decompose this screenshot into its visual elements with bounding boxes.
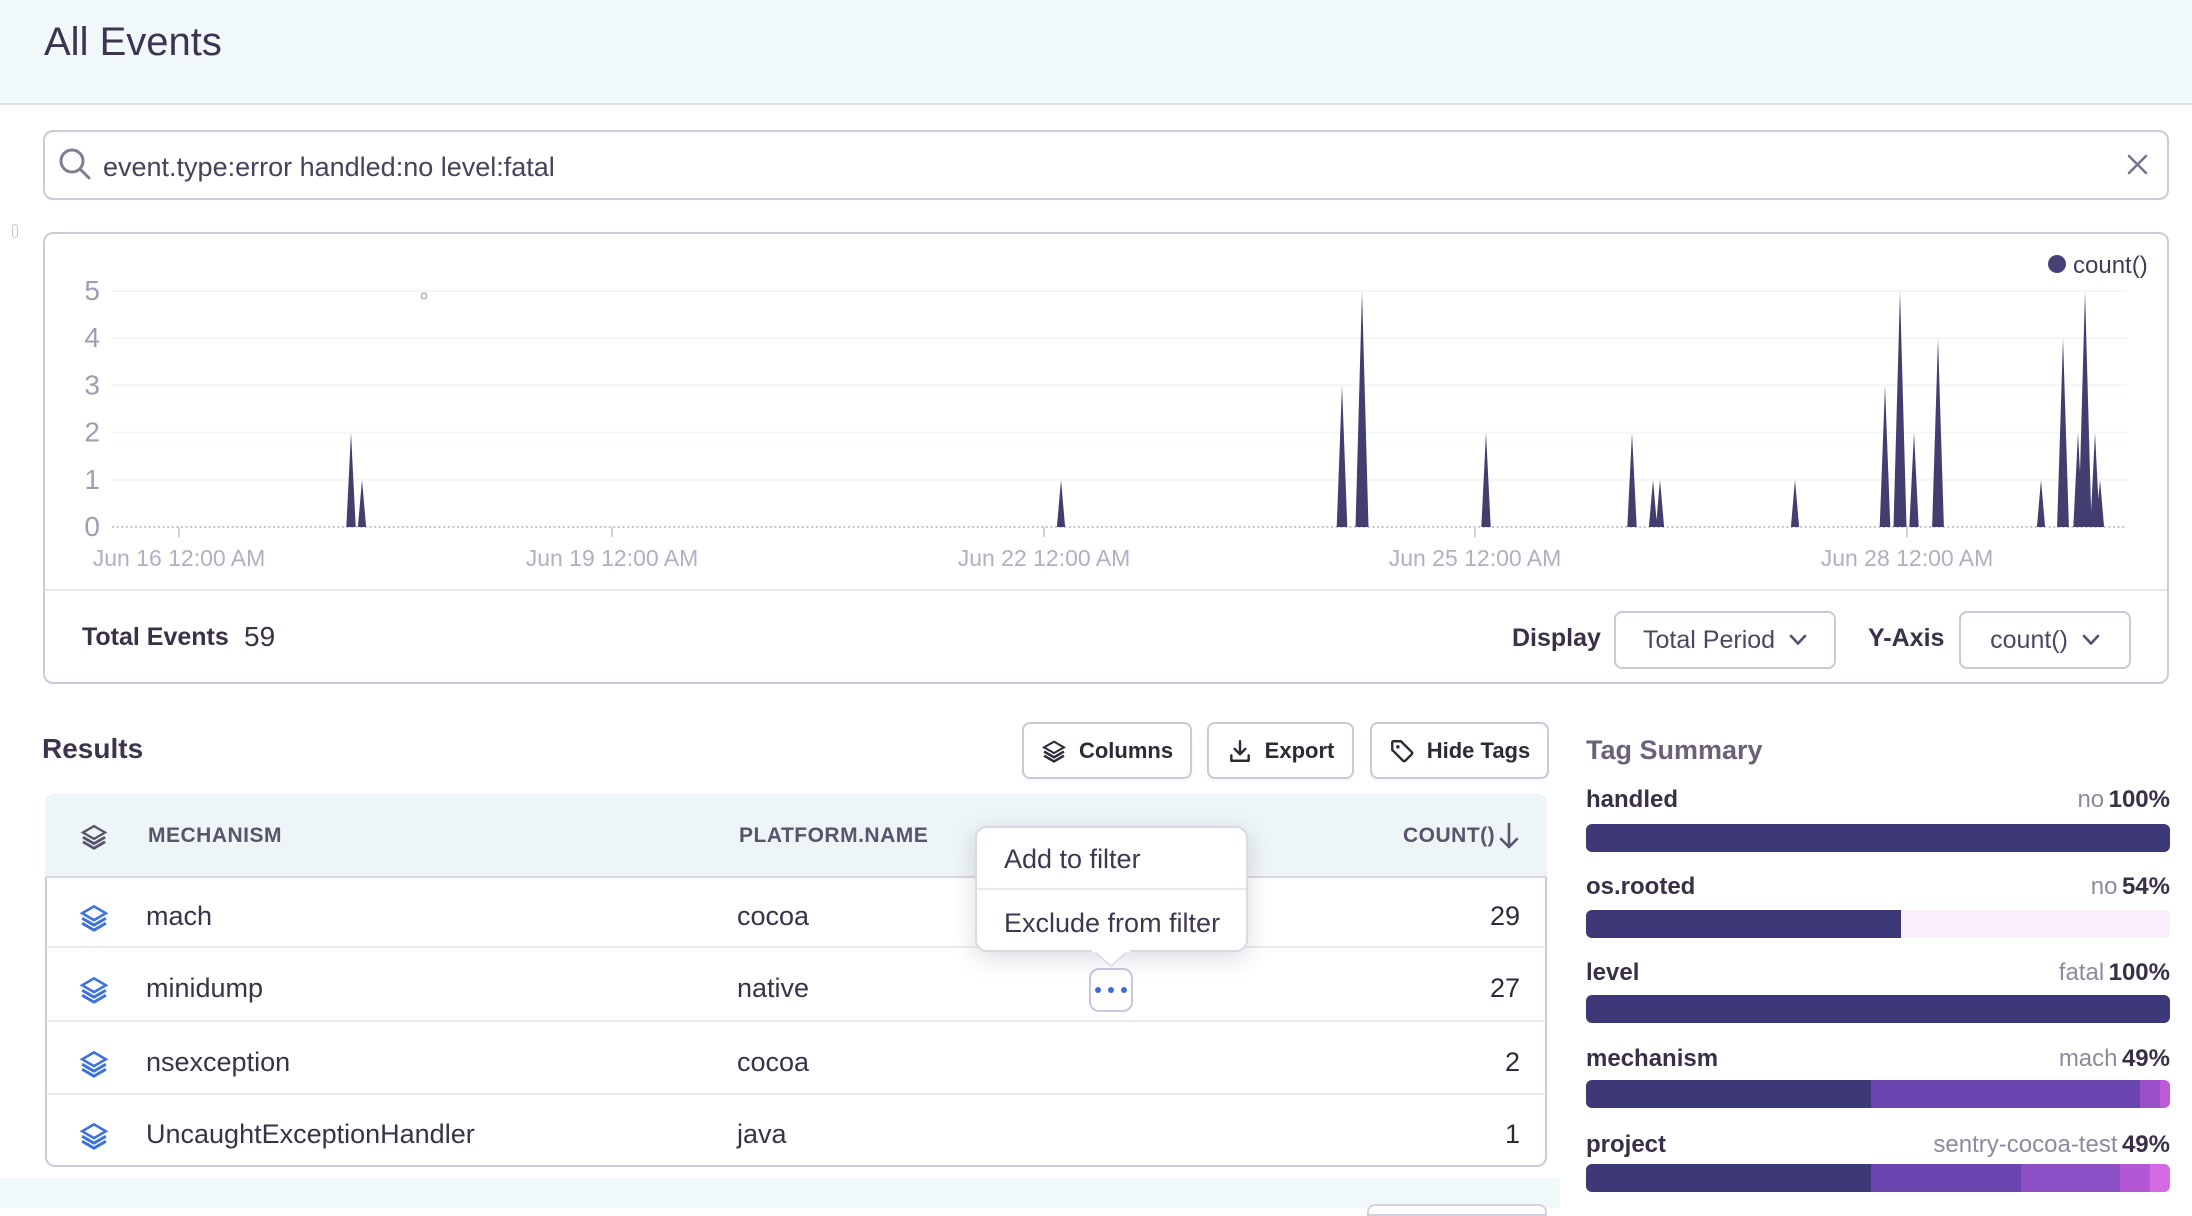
svg-text:1: 1 — [84, 464, 100, 495]
svg-text:count(): count() — [2073, 252, 2148, 279]
svg-text:Jun 22 12:00 AM: Jun 22 12:00 AM — [958, 545, 1131, 571]
svg-text:4: 4 — [84, 322, 100, 353]
svg-text:Jun 28 12:00 AM: Jun 28 12:00 AM — [1821, 545, 1994, 571]
svg-text:0: 0 — [84, 511, 100, 542]
svg-text:Jun 19 12:00 AM: Jun 19 12:00 AM — [526, 545, 699, 571]
svg-text:Jun 16 12:00 AM: Jun 16 12:00 AM — [93, 545, 266, 571]
svg-text:2: 2 — [84, 417, 100, 448]
svg-text:3: 3 — [84, 369, 100, 400]
svg-text:Jun 25 12:00 AM: Jun 25 12:00 AM — [1389, 545, 1562, 571]
svg-text:5: 5 — [84, 275, 100, 306]
